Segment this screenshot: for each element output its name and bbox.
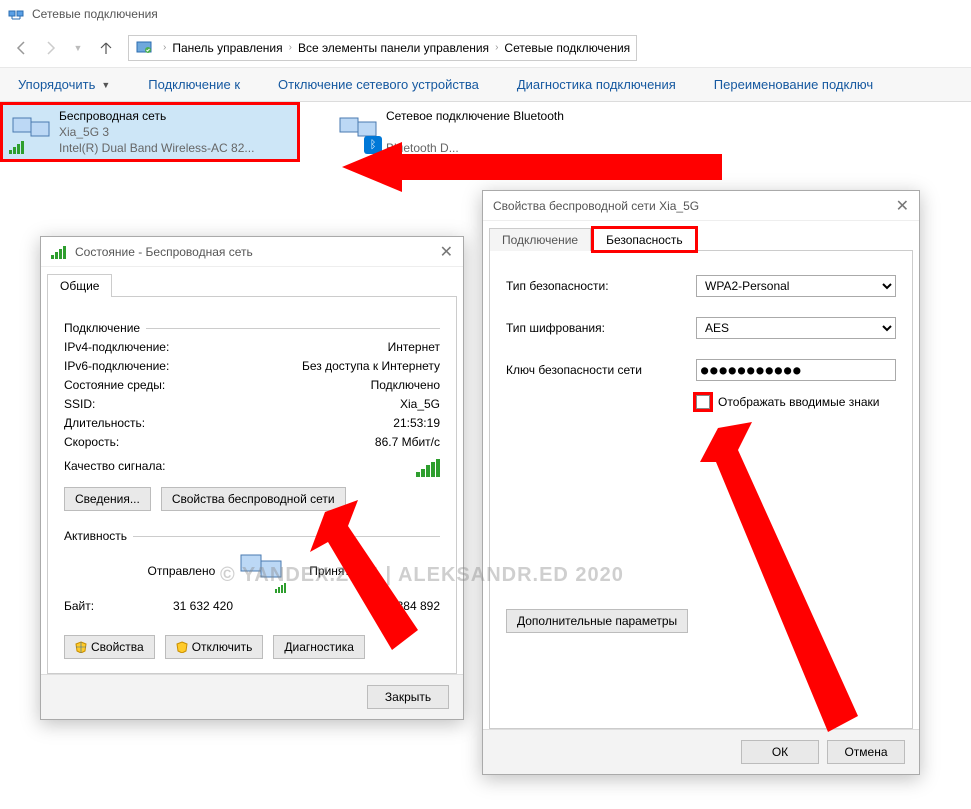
tab-security[interactable]: Безопасность [593, 228, 696, 251]
connection-name: Беспроводная сеть [59, 108, 254, 124]
control-panel-icon [135, 39, 153, 57]
recent-dropdown[interactable]: ▼ [66, 36, 90, 60]
ipv6-value: Без доступа к Интернету [302, 359, 440, 373]
diagnose-button[interactable]: Диагностика подключения [517, 77, 676, 92]
forward-button[interactable] [38, 36, 62, 60]
media-value: Подключено [371, 378, 440, 392]
section-connection: Подключение [64, 321, 146, 335]
connection-name: Сетевое подключение Bluetooth [386, 108, 564, 124]
security-type-label: Тип безопасности: [506, 279, 696, 293]
signal-icon [9, 140, 25, 154]
duration-label: Длительность: [64, 416, 145, 430]
disable-button[interactable]: Отключить [165, 635, 264, 659]
organize-menu[interactable]: Упорядочить ▼ [18, 77, 110, 92]
shield-icon [176, 641, 188, 653]
signal-icon [51, 245, 67, 259]
wireless-adapter-icon [9, 110, 53, 154]
details-button[interactable]: Сведения... [64, 487, 151, 511]
connect-to-button[interactable]: Подключение к [148, 77, 240, 92]
ipv4-label: IPv4-подключение: [64, 340, 169, 354]
signal-quality-label: Качество сигнала: [64, 459, 165, 477]
section-activity: Активность [64, 529, 133, 543]
props-window-title: Свойства беспроводной сети Xia_5G [493, 199, 699, 213]
disable-label: Отключить [192, 640, 253, 654]
connect-label: Подключение к [148, 77, 240, 92]
encryption-type-select[interactable]: AES [696, 317, 896, 339]
speed-value: 86.7 Мбит/с [375, 435, 440, 449]
breadcrumb-item[interactable]: Панель управления [172, 41, 282, 55]
status-window-title: Состояние - Беспроводная сеть [75, 245, 253, 259]
address-bar: ▼ › Панель управления › Все элементы пан… [0, 28, 971, 68]
close-button[interactable]: ✕ [896, 196, 909, 216]
connection-wireless[interactable]: Беспроводная сеть Xia_5G 3 Intel(R) Dual… [0, 102, 300, 162]
window-titlebar: Сетевые подключения [0, 0, 971, 28]
signal-bars-icon [416, 459, 440, 477]
annotation-arrow [342, 142, 722, 192]
disable-device-button[interactable]: Отключение сетевого устройства [278, 77, 479, 92]
properties-label: Свойства [91, 640, 144, 654]
disable-label: Отключение сетевого устройства [278, 77, 479, 92]
connection-ssid: Xia_5G 3 [59, 124, 254, 140]
organize-label: Упорядочить [18, 77, 95, 92]
media-label: Состояние среды: [64, 378, 165, 392]
properties-button[interactable]: Свойства [64, 635, 155, 659]
show-characters-checkbox[interactable] [696, 395, 710, 409]
status-tabs: Общие [47, 273, 457, 297]
show-characters-label: Отображать вводимые знаки [718, 395, 879, 409]
ipv6-label: IPv6-подключение: [64, 359, 169, 373]
security-type-select[interactable]: WPA2-Personal [696, 275, 896, 297]
ssid-value: Xia_5G [400, 397, 440, 411]
chevron-right-icon: › [163, 42, 166, 53]
rename-button[interactable]: Переименование подключ [714, 77, 873, 92]
status-window-titlebar[interactable]: Состояние - Беспроводная сеть ✕ [41, 237, 463, 267]
bytes-sent: 31 632 420 [124, 599, 282, 613]
breadcrumb-item[interactable]: Все элементы панели управления [298, 41, 489, 55]
back-button[interactable] [10, 36, 34, 60]
window-title: Сетевые подключения [32, 7, 158, 21]
speed-label: Скорость: [64, 435, 119, 449]
path-box[interactable]: › Панель управления › Все элементы панел… [128, 35, 637, 61]
ipv4-value: Интернет [388, 340, 440, 354]
advanced-settings-button[interactable]: Дополнительные параметры [506, 609, 688, 633]
annotation-arrow [310, 500, 430, 670]
tab-connection[interactable]: Подключение [489, 228, 591, 251]
diagnose-label: Диагностика подключения [517, 77, 676, 92]
close-button[interactable]: Закрыть [367, 685, 449, 709]
rename-label: Переименование подключ [714, 77, 873, 92]
sent-label: Отправлено [148, 564, 216, 578]
chevron-right-icon: › [495, 42, 498, 53]
command-toolbar: Упорядочить ▼ Подключение к Отключение се… [0, 68, 971, 102]
up-button[interactable] [94, 36, 118, 60]
shield-icon [75, 641, 87, 653]
connection-adapter: Intel(R) Dual Band Wireless-AC 82... [59, 140, 254, 156]
props-tabs: Подключение Безопасность [489, 227, 913, 251]
network-icon [8, 6, 24, 22]
breadcrumb-item[interactable]: Сетевые подключения [504, 41, 630, 55]
tab-general[interactable]: Общие [47, 274, 112, 297]
security-key-field[interactable]: ●●●●●●●●●●● [696, 359, 896, 381]
encryption-type-label: Тип шифрования: [506, 321, 696, 335]
security-key-label: Ключ безопасности сети [506, 363, 696, 377]
chevron-down-icon: ▼ [101, 80, 110, 90]
close-button[interactable]: ✕ [440, 242, 453, 262]
duration-value: 21:53:19 [393, 416, 440, 430]
props-window-titlebar[interactable]: Свойства беспроводной сети Xia_5G ✕ [483, 191, 919, 221]
bytes-label: Байт: [64, 599, 124, 613]
annotation-arrow [700, 420, 870, 750]
ssid-label: SSID: [64, 397, 95, 411]
chevron-right-icon: › [289, 42, 292, 53]
